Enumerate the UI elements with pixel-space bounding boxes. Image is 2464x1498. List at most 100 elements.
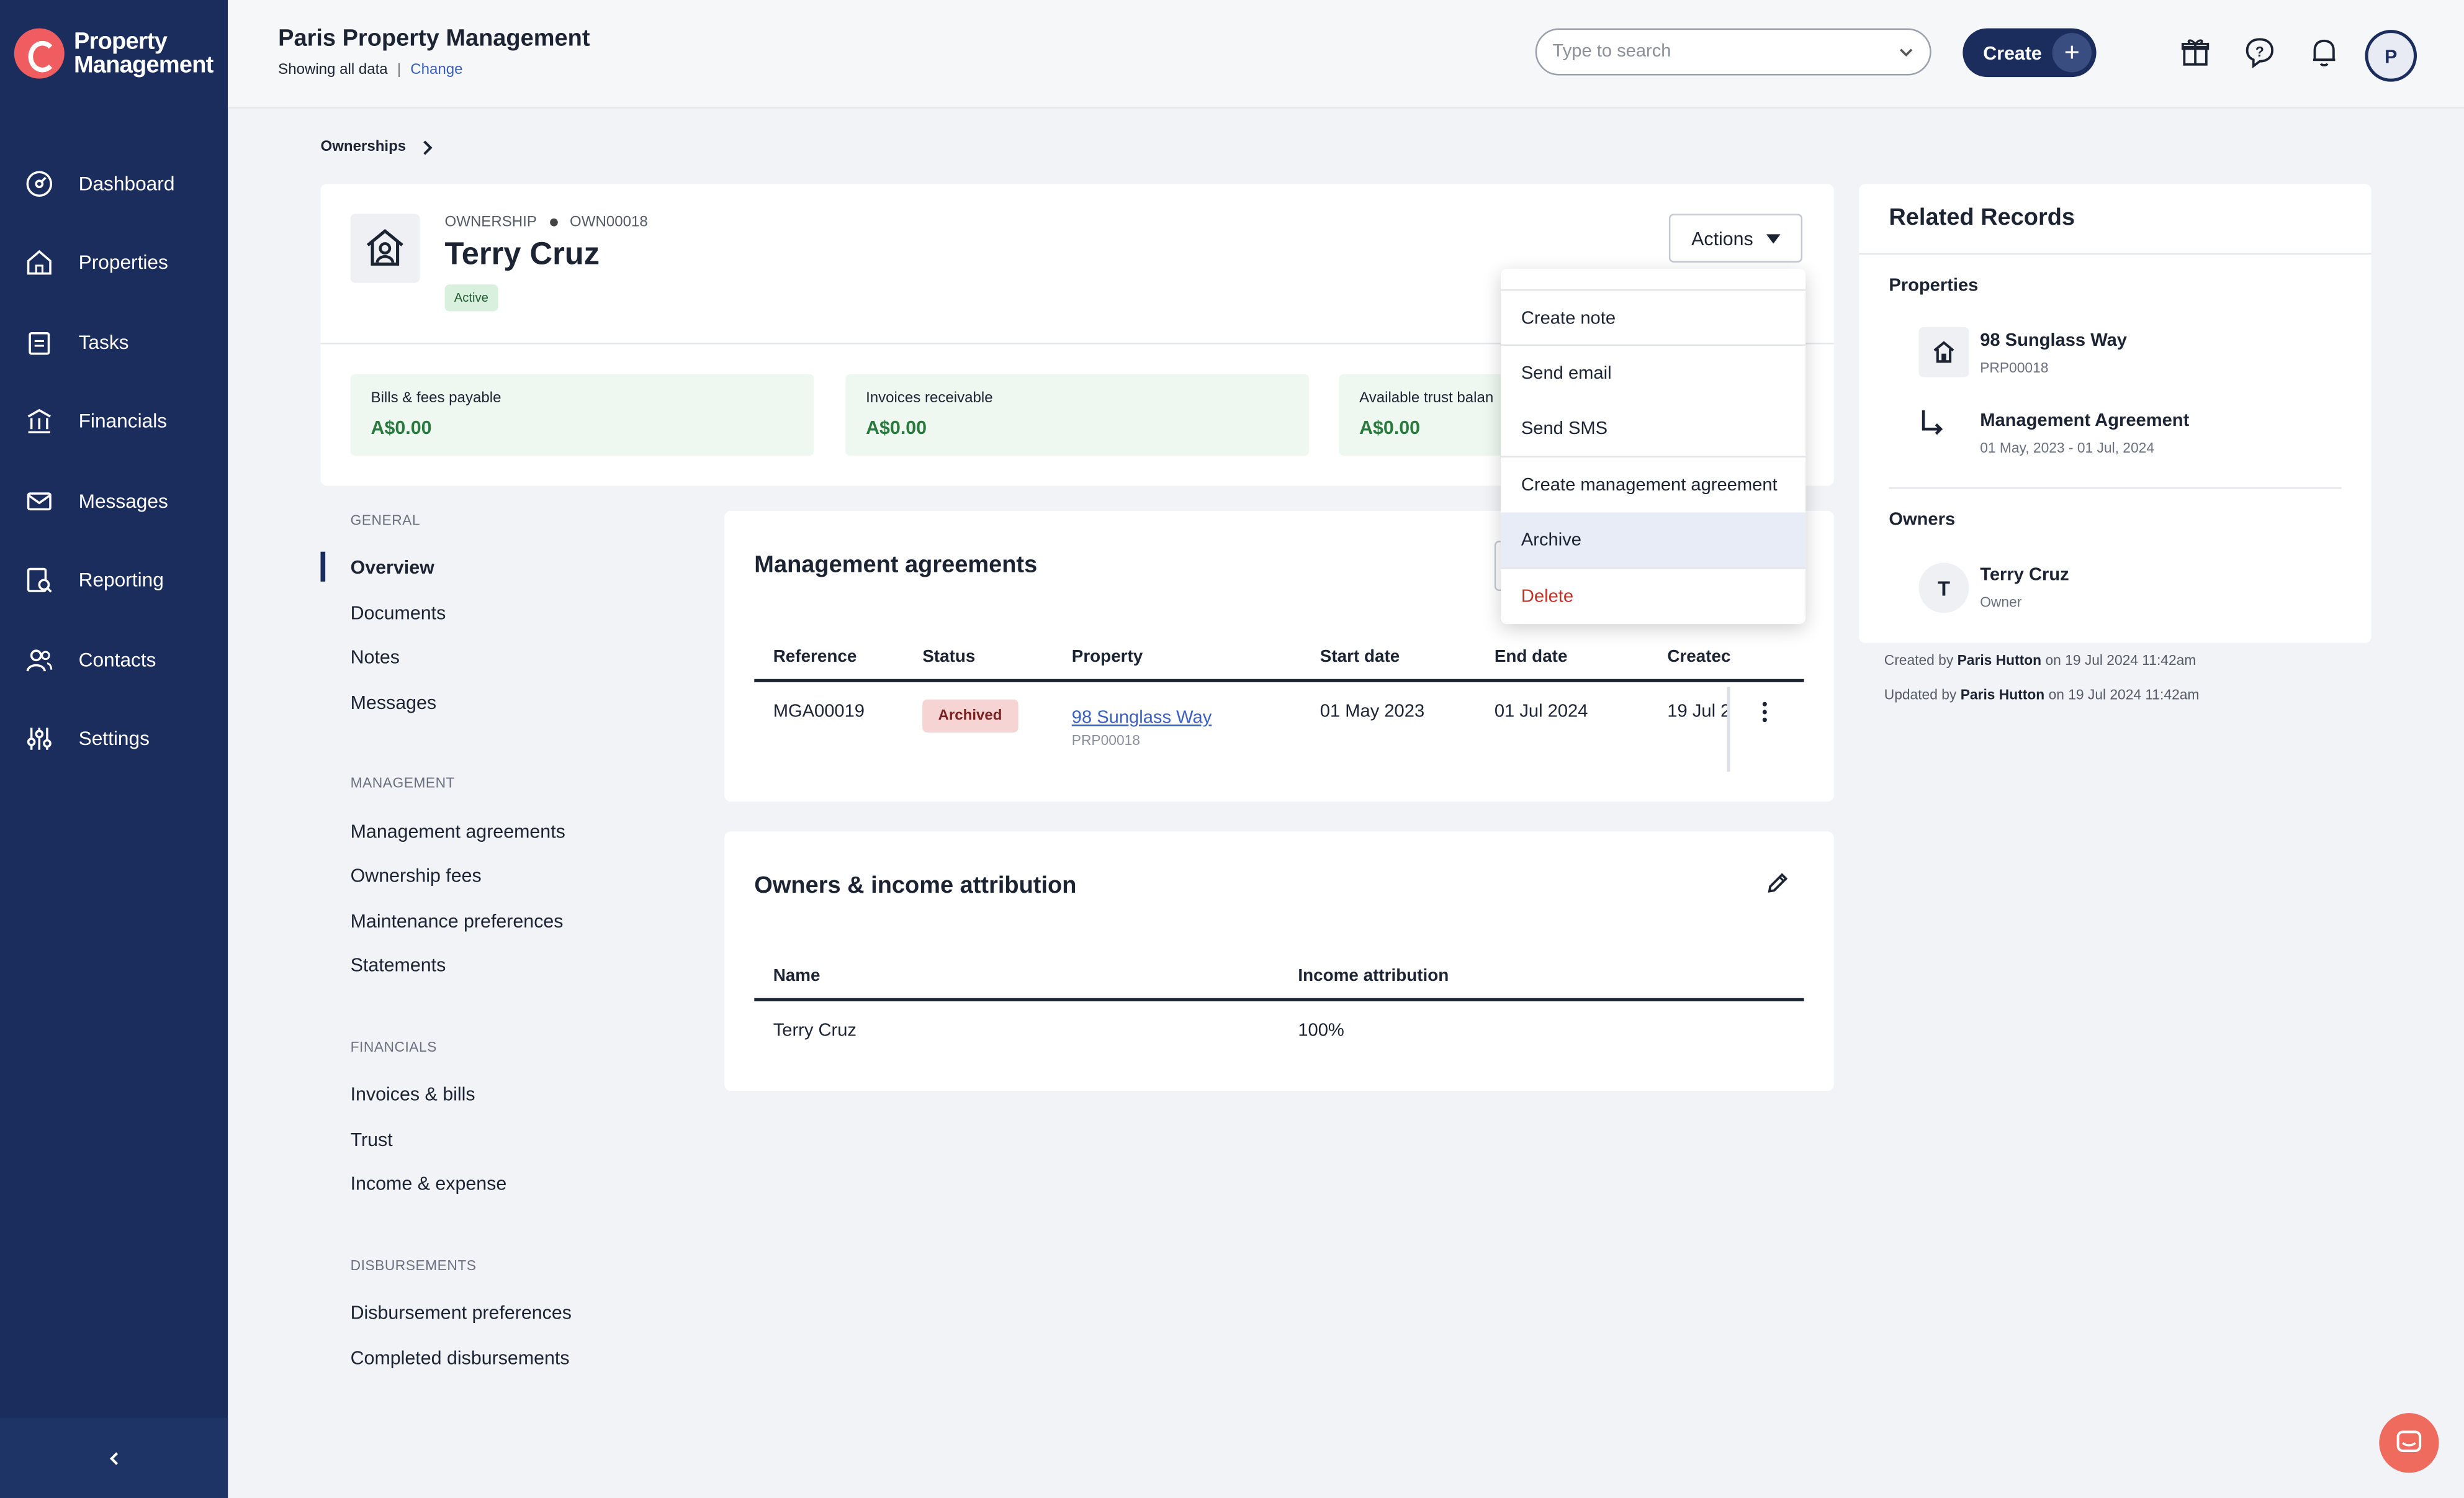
record-code: OWN00018	[570, 214, 648, 232]
more-vertical-icon[interactable]	[1757, 700, 1773, 725]
section-link-completed-disbursements[interactable]: Completed disbursements	[351, 1347, 570, 1369]
section-link-invoices-bills[interactable]: Invoices & bills	[351, 1083, 475, 1104]
scope-text: Showing all data	[278, 61, 388, 79]
sidebar-item-properties[interactable]: Properties	[0, 231, 228, 294]
section-heading-financials: FINANCIALS	[350, 1039, 437, 1055]
sidebar-item-label: Dashboard	[78, 173, 175, 195]
sidebar-item-settings[interactable]: Settings	[0, 707, 228, 770]
section-link-messages[interactable]: Messages	[351, 692, 437, 713]
record-type: OWNERSHIP	[444, 214, 537, 232]
collapse-sidebar-button[interactable]	[0, 1417, 228, 1498]
sidebar-item-contacts[interactable]: Contacts	[0, 629, 228, 692]
sidebar-item-financials[interactable]: Financials	[0, 390, 228, 453]
bell-icon[interactable]	[2307, 35, 2342, 70]
menu-item-archive[interactable]: Archive	[1500, 512, 1806, 568]
trust-value: A$0.00	[1359, 416, 1421, 439]
status-badge: Archived	[922, 699, 1018, 733]
search-input[interactable]: Type to search	[1535, 28, 1931, 76]
updated-by-user: Paris Hutton	[1960, 687, 2045, 703]
help-icon[interactable]: ?	[2242, 35, 2277, 70]
start-date: 01 May 2023	[1320, 702, 1425, 722]
actions-label: Actions	[1691, 227, 1753, 250]
user-avatar[interactable]: P	[2365, 30, 2417, 82]
section-link-documents[interactable]: Documents	[351, 602, 446, 624]
table-row[interactable]: MGA00019 Archived 98 Sunglass Way PRP000…	[724, 687, 1834, 781]
sidebar-item-label: Properties	[78, 251, 168, 274]
created-on: on 19 Jul 2024 11:42am	[2045, 652, 2196, 669]
menu-item-create-management-agreement[interactable]: Create management agreement	[1501, 458, 1805, 513]
divider	[1859, 253, 2372, 255]
pencil-icon[interactable]	[1765, 871, 1790, 896]
created-by-line: Created by Paris Hutton on 19 Jul 2024 1…	[1884, 652, 2196, 668]
clipboard-icon	[25, 328, 54, 357]
breadcrumb: Ownerships	[321, 138, 434, 156]
menu-item-send-sms[interactable]: Send SMS	[1501, 401, 1805, 456]
active-indicator	[320, 551, 326, 582]
card-title: Owners & income attribution	[754, 872, 1077, 900]
gift-icon[interactable]	[2178, 35, 2213, 70]
owner-avatar: T	[1918, 562, 1969, 613]
section-heading-management: MANAGEMENT	[350, 775, 456, 791]
created-by-user: Paris Hutton	[1957, 652, 2042, 669]
sidebar-item-messages[interactable]: Messages	[0, 470, 228, 533]
sidebar-item-reporting[interactable]: Reporting	[0, 549, 228, 611]
section-link-statements[interactable]: Statements	[351, 954, 446, 976]
create-label: Create	[1983, 42, 2042, 64]
related-records-panel: Related Records Properties 98 Sunglass W…	[1859, 184, 2372, 643]
envelope-icon	[25, 487, 54, 516]
updated-prefix: Updated by	[1884, 687, 1957, 703]
section-link-ownership-fees[interactable]: Ownership fees	[351, 865, 482, 887]
section-link-management-agreements[interactable]: Management agreements	[351, 821, 565, 842]
chat-button[interactable]	[2379, 1413, 2439, 1473]
sidebar-item-tasks[interactable]: Tasks	[0, 311, 228, 374]
bills-label: Bills & fees payable	[371, 389, 501, 407]
created-prefix: Created by	[1884, 652, 1954, 669]
sidebar-item-label: Settings	[78, 728, 150, 750]
invoices-value: A$0.00	[866, 416, 927, 439]
related-owner-name[interactable]: Terry Cruz	[1980, 566, 2069, 584]
actions-button[interactable]: Actions	[1668, 214, 1803, 263]
sidebar-item-label: Reporting	[78, 569, 164, 591]
column-header: Property	[1071, 647, 1143, 667]
property-code: PRP00018	[1071, 732, 1141, 749]
chat-icon	[2396, 1430, 2422, 1452]
section-link-trust[interactable]: Trust	[351, 1129, 393, 1150]
section-link-disbursement-preferences[interactable]: Disbursement preferences	[351, 1301, 572, 1323]
app-logo[interactable]: Property Management	[14, 28, 214, 79]
change-scope-link[interactable]: Change	[410, 61, 462, 79]
section-link-overview[interactable]: Overview	[351, 556, 434, 578]
sidebar-item-label: Messages	[78, 490, 168, 513]
search-placeholder: Type to search	[1552, 42, 1671, 61]
property-link[interactable]: 98 Sunglass Way	[1072, 709, 1212, 728]
logo-icon	[14, 28, 65, 79]
house-icon	[25, 248, 54, 277]
report-icon	[25, 566, 54, 594]
column-header: Createc	[1667, 647, 1730, 667]
table-row: Terry Cruz 100%	[724, 1008, 1834, 1061]
menu-item-create-note[interactable]: Create note	[1501, 291, 1805, 346]
section-link-notes[interactable]: Notes	[351, 646, 400, 668]
sidebar-item-label: Tasks	[78, 332, 129, 354]
related-property-name[interactable]: 98 Sunglass Way	[1980, 332, 2127, 350]
section-link-maintenance-preferences[interactable]: Maintenance preferences	[351, 910, 564, 932]
create-button[interactable]: Create +	[1963, 28, 2097, 78]
breadcrumb-ownerships[interactable]: Ownerships	[321, 138, 407, 156]
column-header: Name	[773, 967, 821, 986]
top-bar: Paris Property Management Showing all da…	[228, 0, 2464, 109]
related-agreement-dates: 01 May, 2023 - 01 Jul, 2024	[1980, 440, 2154, 456]
column-header: Start date	[1320, 647, 1400, 667]
created-date: 19 Jul 2	[1667, 702, 1727, 722]
owners-income-card: Owners & income attribution Name Income …	[724, 831, 1834, 1091]
related-property-code: PRP00018	[1980, 359, 2049, 376]
chevron-left-icon	[109, 1451, 117, 1464]
section-link-income-expense[interactable]: Income & expense	[351, 1173, 507, 1194]
sliders-icon	[25, 724, 54, 753]
menu-item-delete[interactable]: Delete	[1501, 569, 1805, 625]
sidebar-item-dashboard[interactable]: Dashboard	[0, 153, 228, 215]
trust-label: Available trust balan	[1359, 389, 1494, 407]
people-icon	[25, 646, 54, 675]
updated-by-line: Updated by Paris Hutton on 19 Jul 2024 1…	[1884, 687, 2200, 702]
menu-item-send-email[interactable]: Send email	[1501, 346, 1805, 401]
svg-text:?: ?	[2255, 43, 2264, 60]
related-agreement-name[interactable]: Management Agreement	[1980, 412, 2189, 430]
